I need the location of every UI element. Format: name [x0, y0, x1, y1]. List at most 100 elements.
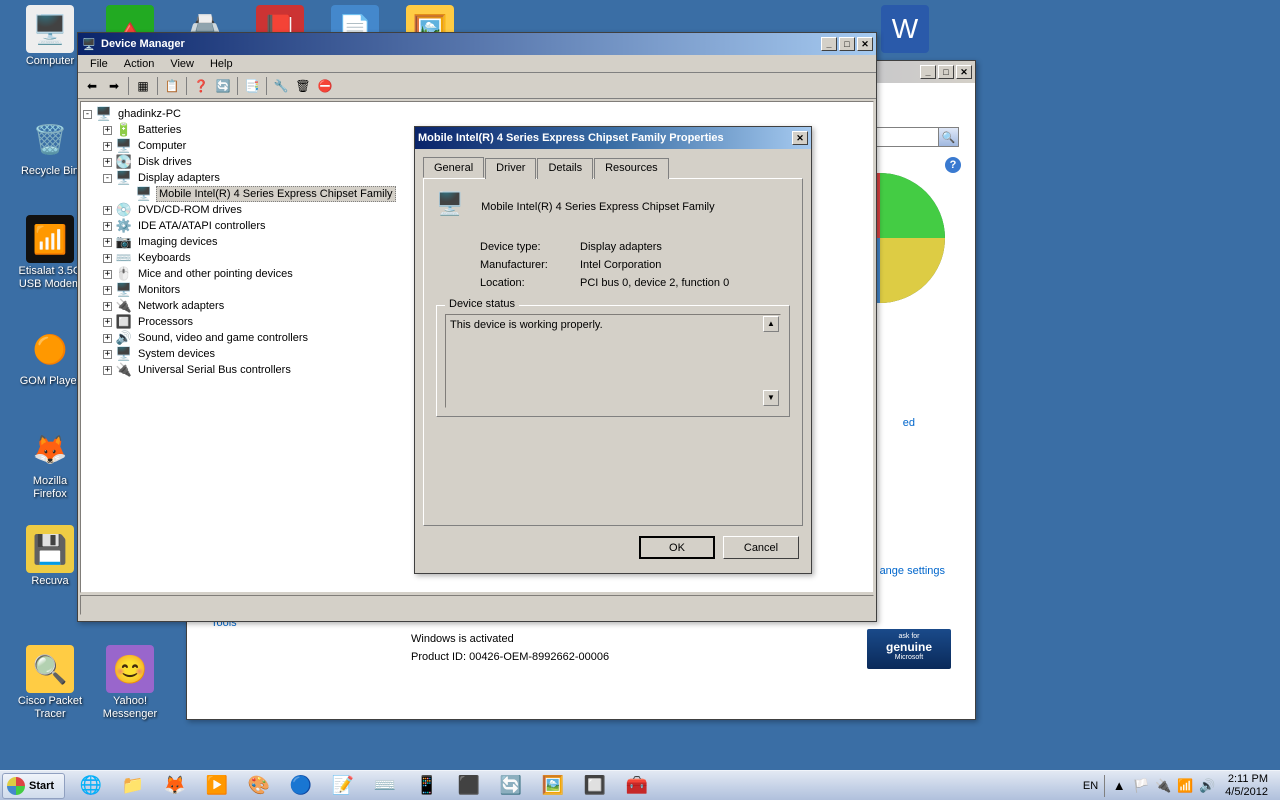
expand-icon[interactable]: +	[103, 238, 112, 247]
network-icon[interactable]: 📶	[1177, 778, 1193, 794]
device-type-label: Device type:	[480, 241, 580, 253]
toolbox-icon[interactable]: 🧰	[617, 773, 657, 799]
expand-icon[interactable]: +	[103, 318, 112, 327]
tree-label: Computer	[136, 139, 188, 153]
properties-icon[interactable]: 📋	[162, 76, 182, 96]
expand-icon[interactable]: +	[103, 142, 112, 151]
expand-icon[interactable]: +	[103, 286, 112, 295]
menu-view[interactable]: View	[162, 57, 202, 71]
help-icon[interactable]: ❓	[191, 76, 211, 96]
expand-icon[interactable]: +	[103, 270, 112, 279]
tree-label: System devices	[136, 347, 217, 361]
flag-icon[interactable]: 🏳️	[1133, 778, 1149, 794]
explorer-icon[interactable]: 📁	[113, 773, 153, 799]
collapse-icon[interactable]: -	[83, 110, 92, 119]
expand-icon[interactable]: +	[103, 302, 112, 311]
tool-icon[interactable]: 📑	[242, 76, 262, 96]
scrollbar[interactable]: ▲ ▼	[763, 316, 779, 406]
power-icon[interactable]: 🔌	[1155, 778, 1171, 794]
device-status-text[interactable]: This device is working properly. ▲ ▼	[445, 314, 781, 408]
desktop-icon[interactable]: W	[870, 5, 940, 55]
utorrent-icon[interactable]: 🔄	[491, 773, 531, 799]
titlebar[interactable]: Mobile Intel(R) 4 Series Express Chipset…	[415, 127, 811, 149]
desktop-icon[interactable]: 💾Recuva	[15, 525, 85, 588]
desktop-icon[interactable]: 🖥️Computer	[15, 5, 85, 68]
tab-driver[interactable]: Driver	[485, 158, 536, 179]
back-icon[interactable]: ⬅	[82, 76, 102, 96]
expand-icon[interactable]: +	[103, 366, 112, 375]
scroll-up-icon[interactable]: ▲	[763, 316, 779, 332]
desktop-icon[interactable]: 🗑️Recycle Bin	[15, 115, 85, 178]
tree-label: Mice and other pointing devices	[136, 267, 295, 281]
pictures-icon[interactable]: 🖼️	[533, 773, 573, 799]
expand-icon[interactable]: -	[103, 174, 112, 183]
desktop-icon[interactable]: 📶Etisalat 3.5G USB Modem	[15, 215, 85, 291]
link[interactable]: ange settings	[880, 565, 945, 577]
tab-general[interactable]: General	[423, 157, 484, 178]
tab-strip: General Driver Details Resources	[423, 157, 803, 178]
titlebar[interactable]: 🖥️ Device Manager _ □ ✕	[78, 33, 876, 55]
uninstall-icon[interactable]: 🗑	[293, 76, 313, 96]
clock[interactable]: 2:11 PM 4/5/2012	[1221, 773, 1272, 799]
desktop-icon[interactable]: 🟠GOM Player	[15, 325, 85, 388]
tab-details[interactable]: Details	[537, 158, 593, 179]
search-icon[interactable]: 🔍	[938, 128, 958, 146]
tree-root[interactable]: -🖥️ghadinkz-PC	[83, 106, 871, 122]
expand-icon[interactable]: +	[103, 222, 112, 231]
keyboard-icon[interactable]: ⌨️	[365, 773, 405, 799]
tree-label: Processors	[136, 315, 195, 329]
quick-launch: 🌐 📁 🦊 ▶️ 🎨 🔵 📝 ⌨️ 📱 ⬛ 🔄 🖼️ 🔲 🧰	[71, 773, 657, 799]
taskbar[interactable]: Start 🌐 📁 🦊 ▶️ 🎨 🔵 📝 ⌨️ 📱 ⬛ 🔄 🖼️ 🔲 🧰 EN …	[0, 770, 1280, 800]
device-icon: 🔌	[116, 362, 132, 378]
desktop-icon[interactable]: 🔍Cisco Packet Tracer	[15, 645, 85, 721]
menu-action[interactable]: Action	[116, 57, 163, 71]
language-indicator[interactable]: EN	[1083, 780, 1098, 792]
expand-icon[interactable]: +	[103, 158, 112, 167]
menu-file[interactable]: File	[82, 57, 116, 71]
ok-button[interactable]: OK	[639, 536, 715, 559]
calculator-icon[interactable]: 📱	[407, 773, 447, 799]
menu-help[interactable]: Help	[202, 57, 241, 71]
expand-icon[interactable]: +	[103, 126, 112, 135]
activation-status: Windows is activated	[411, 633, 855, 645]
help-icon[interactable]: ?	[945, 157, 961, 173]
device-properties-dialog[interactable]: Mobile Intel(R) 4 Series Express Chipset…	[414, 126, 812, 574]
maximize-button[interactable]: □	[938, 65, 954, 79]
minimize-button[interactable]: _	[821, 37, 837, 51]
cancel-button[interactable]: Cancel	[723, 536, 799, 559]
close-button[interactable]: ✕	[857, 37, 873, 51]
device-icon: 💽	[116, 154, 132, 170]
expand-icon[interactable]: +	[103, 350, 112, 359]
device-icon: ⌨️	[116, 250, 132, 266]
chrome-icon[interactable]: 🔵	[281, 773, 321, 799]
firefox-icon[interactable]: 🦊	[155, 773, 195, 799]
desktop-icon[interactable]: 🦊Mozilla Firefox	[15, 425, 85, 501]
scroll-down-icon[interactable]: ▼	[763, 390, 779, 406]
update-driver-icon[interactable]: 🔧	[271, 76, 291, 96]
ie-icon[interactable]: 🌐	[71, 773, 111, 799]
device-status-legend: Device status	[445, 298, 519, 310]
disable-icon[interactable]: ⛔	[315, 76, 335, 96]
device-icon: 🔲	[116, 314, 132, 330]
notepad-icon[interactable]: 📝	[323, 773, 363, 799]
scan-icon[interactable]: 🔄	[213, 76, 233, 96]
paint-icon[interactable]: 🎨	[239, 773, 279, 799]
close-button[interactable]: ✕	[956, 65, 972, 79]
desktop-icon[interactable]: 😊Yahoo! Messenger	[95, 645, 165, 721]
show-hide-icon[interactable]: ▦	[133, 76, 153, 96]
close-button[interactable]: ✕	[792, 131, 808, 145]
cmd-icon[interactable]: ⬛	[449, 773, 489, 799]
expand-icon[interactable]: +	[103, 206, 112, 215]
control-panel-icon[interactable]: 🔲	[575, 773, 615, 799]
show-hidden-icon[interactable]: ▲	[1111, 778, 1127, 794]
maximize-button[interactable]: □	[839, 37, 855, 51]
forward-icon[interactable]: ➡	[104, 76, 124, 96]
link[interactable]: ed	[903, 417, 915, 429]
minimize-button[interactable]: _	[920, 65, 936, 79]
volume-icon[interactable]: 🔊	[1199, 778, 1215, 794]
expand-icon[interactable]: +	[103, 334, 112, 343]
start-button[interactable]: Start	[2, 773, 65, 799]
media-player-icon[interactable]: ▶️	[197, 773, 237, 799]
expand-icon[interactable]: +	[103, 254, 112, 263]
tab-resources[interactable]: Resources	[594, 158, 669, 179]
